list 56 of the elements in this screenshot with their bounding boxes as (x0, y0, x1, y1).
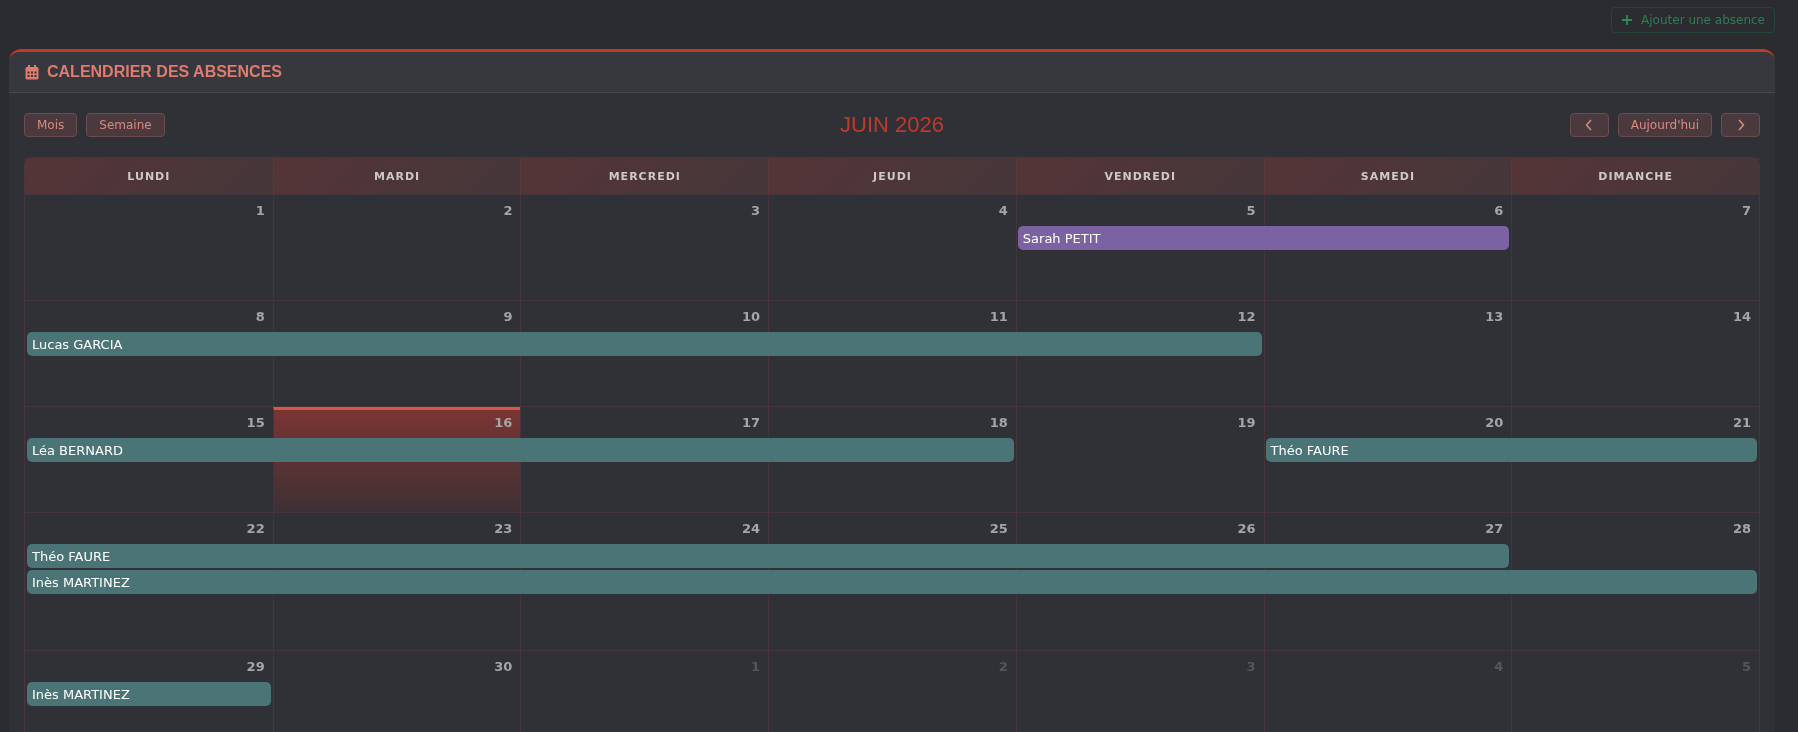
day-number: 2 (503, 203, 513, 218)
absence-event[interactable]: Théo FAURE (27, 544, 1510, 568)
weekday-header: DIMANCHE (1511, 158, 1759, 194)
day-number: 15 (246, 415, 265, 430)
day-number: 4 (998, 203, 1008, 218)
today-button[interactable]: Aujourd'hui (1617, 113, 1712, 137)
day-number: 18 (989, 415, 1008, 430)
weekday-header: JEUDI (768, 158, 1016, 194)
day-number: 21 (1732, 415, 1751, 430)
day-number: 25 (989, 521, 1008, 536)
absence-event[interactable]: Sarah PETIT (1017, 226, 1510, 250)
weekday-header: MERCREDI (520, 158, 769, 194)
absence-event[interactable]: Lucas GARCIA (27, 332, 1262, 356)
day-number: 22 (246, 521, 265, 536)
day-number: 23 (494, 521, 513, 536)
day-number: 29 (246, 659, 265, 674)
day-number: 1 (255, 203, 265, 218)
day-number: 12 (1237, 309, 1256, 324)
add-absence-button[interactable]: Ajouter une absence (1611, 7, 1775, 33)
weekday-header: MARDI (272, 158, 521, 194)
day-number: 27 (1485, 521, 1504, 536)
day-number: 7 (1741, 203, 1751, 218)
view-button[interactable]: Semaine (86, 113, 165, 137)
day-number: 19 (1237, 415, 1256, 430)
absence-event[interactable]: Théo FAURE (1265, 438, 1757, 462)
day-number: 11 (989, 309, 1008, 324)
day-number: 8 (255, 309, 265, 324)
day-number: 17 (742, 415, 761, 430)
previous-button[interactable] (1569, 113, 1609, 137)
weekday-header: VENDREDI (1015, 158, 1264, 194)
day-number: 13 (1485, 309, 1504, 324)
day-number: 5 (1246, 203, 1256, 218)
next-button[interactable] (1721, 113, 1760, 137)
day-number: 28 (1732, 521, 1751, 536)
absence-event[interactable]: Inès MARTINEZ (27, 570, 1757, 594)
day-number: 6 (1494, 203, 1504, 218)
absence-event[interactable]: Inès MARTINEZ (27, 682, 271, 706)
weekday-header: LUNDI (25, 158, 273, 194)
day-number: 24 (742, 521, 761, 536)
chevron-left-icon (1585, 119, 1594, 131)
calendar-icon (25, 64, 39, 80)
day-number: 16 (494, 415, 513, 430)
day-number: 14 (1732, 309, 1751, 324)
chevron-right-icon (1736, 119, 1745, 131)
day-number: 3 (751, 203, 761, 218)
day-number: 10 (742, 309, 761, 324)
day-number: 9 (503, 309, 513, 324)
month-title: JUIN 2026 (840, 112, 944, 138)
weekday-header: SAMEDI (1263, 158, 1512, 194)
day-number: 20 (1485, 415, 1504, 430)
card-title: CALENDRIER DES ABSENCES (47, 63, 282, 81)
day-number: 30 (494, 659, 513, 674)
plus-icon (1621, 14, 1634, 26)
absence-event[interactable]: Léa BERNARD (27, 438, 1014, 462)
view-button[interactable]: Mois (24, 113, 78, 137)
day-number: 26 (1237, 521, 1256, 536)
